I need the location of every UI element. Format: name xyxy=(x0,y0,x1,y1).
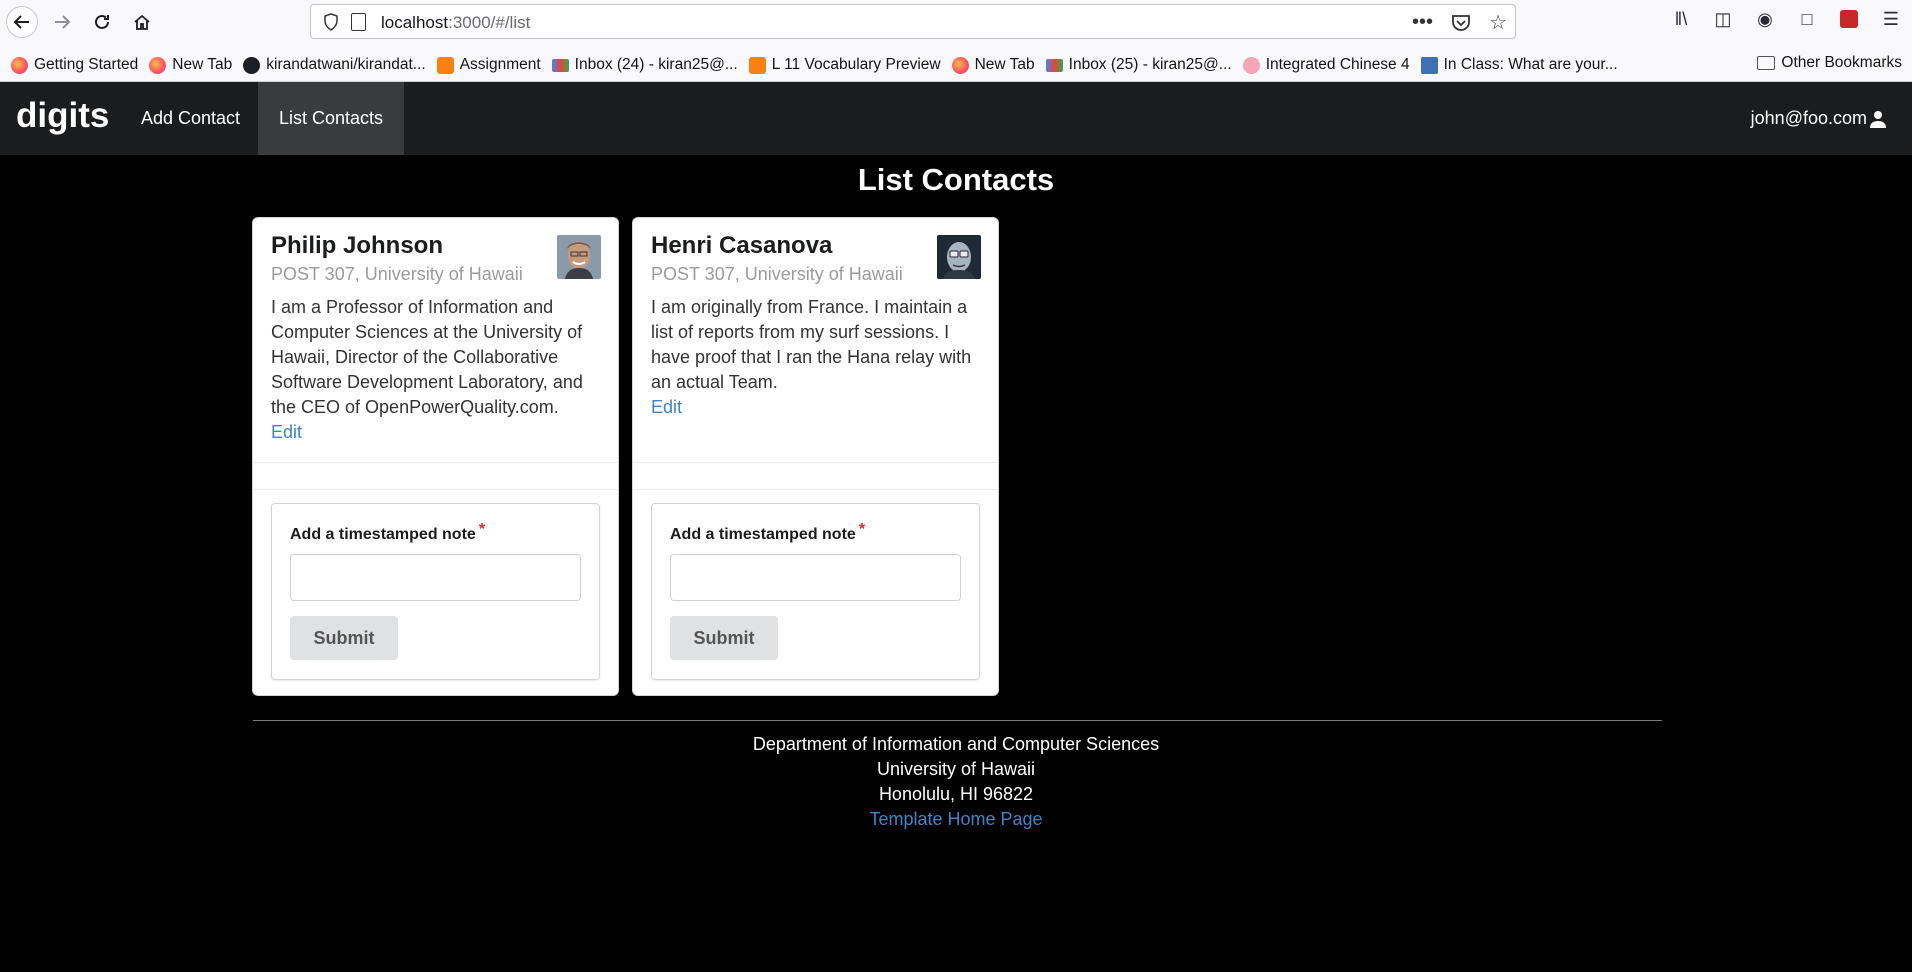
footer: Department of Information and Computer S… xyxy=(0,732,1912,832)
arrow-right-icon xyxy=(55,15,71,29)
moodle-icon xyxy=(748,56,766,74)
url-bar[interactable]: localhost:3000/#/list ••• ☆ xyxy=(310,4,1516,39)
note-form: Add a timestamped note * Submit xyxy=(651,503,980,680)
app-navbar: digits Add Contact List Contacts john@fo… xyxy=(0,82,1912,155)
folder-icon xyxy=(1757,56,1776,70)
contact-card: Henri Casanova POST 307, University of H… xyxy=(633,218,998,695)
url-text: localhost:3000/#/list xyxy=(381,13,531,32)
note-label: Add a timestamped note * xyxy=(670,521,866,543)
back-button[interactable] xyxy=(6,6,38,38)
divider xyxy=(253,489,618,490)
firefox-icon xyxy=(11,56,28,74)
library-icon[interactable]: ‖\ xyxy=(1670,8,1692,30)
nav-add-contact[interactable]: Add Contact xyxy=(120,82,261,155)
contact-description: I am originally from France. I maintain … xyxy=(651,297,972,392)
footer-address: Honolulu, HI 96822 xyxy=(878,784,1034,804)
arrow-left-icon xyxy=(13,15,29,29)
avatar xyxy=(557,235,601,279)
edit-link[interactable]: Edit xyxy=(651,395,980,420)
submit-button[interactable]: Submit xyxy=(290,616,398,660)
edit-link[interactable]: Edit xyxy=(271,420,600,445)
bookmark-item[interactable]: New Tab xyxy=(951,56,1035,74)
extension-icon[interactable] xyxy=(1838,8,1860,30)
reader-icon[interactable]: □ xyxy=(1796,8,1818,30)
pocket-icon[interactable] xyxy=(1451,14,1471,32)
brain-icon xyxy=(1242,56,1260,74)
bookmark-item[interactable]: Inbox (25) - kiran25@... xyxy=(1045,56,1232,74)
bookmark-item[interactable]: L 11 Vocabulary Preview xyxy=(748,56,941,74)
footer-divider xyxy=(253,720,1662,721)
bookmarks-bar: Getting Started New Tab kirandatwani/kir… xyxy=(0,50,1912,80)
reload-icon xyxy=(95,14,109,29)
submit-button[interactable]: Submit xyxy=(670,616,778,660)
bookmark-item[interactable]: Inbox (24) - kiran25@... xyxy=(551,56,738,74)
account-icon[interactable]: ◉ xyxy=(1754,8,1776,30)
divider xyxy=(253,462,618,463)
note-label: Add a timestamped note * xyxy=(290,521,486,543)
divider xyxy=(633,462,998,463)
forward-button[interactable] xyxy=(46,6,78,38)
nav-list-contacts[interactable]: List Contacts xyxy=(258,82,405,155)
firefox-icon xyxy=(951,56,969,74)
shield-icon xyxy=(324,13,338,31)
doc-icon xyxy=(1420,56,1438,74)
bookmark-item[interactable]: Integrated Chinese 4 xyxy=(1242,56,1410,74)
bookmark-star-icon[interactable]: ☆ xyxy=(1489,10,1507,35)
note-form: Add a timestamped note * Submit xyxy=(271,503,600,680)
home-icon xyxy=(134,14,150,30)
note-input[interactable] xyxy=(290,554,581,601)
menu-icon[interactable]: ☰ xyxy=(1880,8,1902,30)
note-input[interactable] xyxy=(670,554,961,601)
user-icon xyxy=(1870,110,1886,128)
reload-button[interactable] xyxy=(86,6,118,38)
user-email: john@foo.com xyxy=(1750,108,1867,128)
github-icon xyxy=(243,56,261,74)
bookmark-item[interactable]: Getting Started xyxy=(11,56,138,74)
template-home-link[interactable]: Template Home Page xyxy=(869,809,1042,829)
contact-address: POST 307, University of Hawaii xyxy=(651,264,903,284)
required-asterisk: * xyxy=(478,521,486,538)
page-title: List Contacts xyxy=(857,162,1055,197)
contact-name: Henri Casanova xyxy=(651,232,833,259)
contact-name: Philip Johnson xyxy=(271,232,443,259)
bookmark-item[interactable]: kirandatwani/kirandat... xyxy=(243,56,426,74)
contact-description: I am a Professor of Information and Comp… xyxy=(271,297,583,417)
moodle-icon xyxy=(436,56,454,74)
divider xyxy=(633,489,998,490)
required-asterisk: * xyxy=(858,521,866,538)
sidebar-icon[interactable]: ◫ xyxy=(1712,8,1734,30)
page-icon xyxy=(351,13,366,31)
avatar xyxy=(937,235,981,279)
gmail-icon xyxy=(551,58,569,72)
bookmark-item[interactable]: New Tab xyxy=(149,56,232,74)
home-button[interactable] xyxy=(126,6,158,38)
contact-card: Philip Johnson POST 307, University of H… xyxy=(253,218,618,695)
bookmark-item[interactable]: In Class: What are your... xyxy=(1420,56,1618,74)
other-bookmarks[interactable]: Other Bookmarks xyxy=(1757,54,1902,72)
browser-toolbar: localhost:3000/#/list ••• ☆ ‖\ ◫ ◉ □ ☰ xyxy=(0,0,1912,44)
browser-chrome: localhost:3000/#/list ••• ☆ ‖\ ◫ ◉ □ ☰ G… xyxy=(0,0,1912,82)
user-menu[interactable]: john@foo.com xyxy=(1751,82,1887,155)
more-actions-icon[interactable]: ••• xyxy=(1412,11,1433,34)
gmail-icon xyxy=(1045,58,1063,72)
bookmark-item[interactable]: Assignment xyxy=(436,56,541,74)
firefox-icon xyxy=(149,56,167,74)
contact-address: POST 307, University of Hawaii xyxy=(271,264,523,284)
brand-logo[interactable]: digits xyxy=(16,96,109,136)
footer-department: Department of Information and Computer S… xyxy=(752,734,1160,754)
footer-university: University of Hawaii xyxy=(876,759,1036,779)
